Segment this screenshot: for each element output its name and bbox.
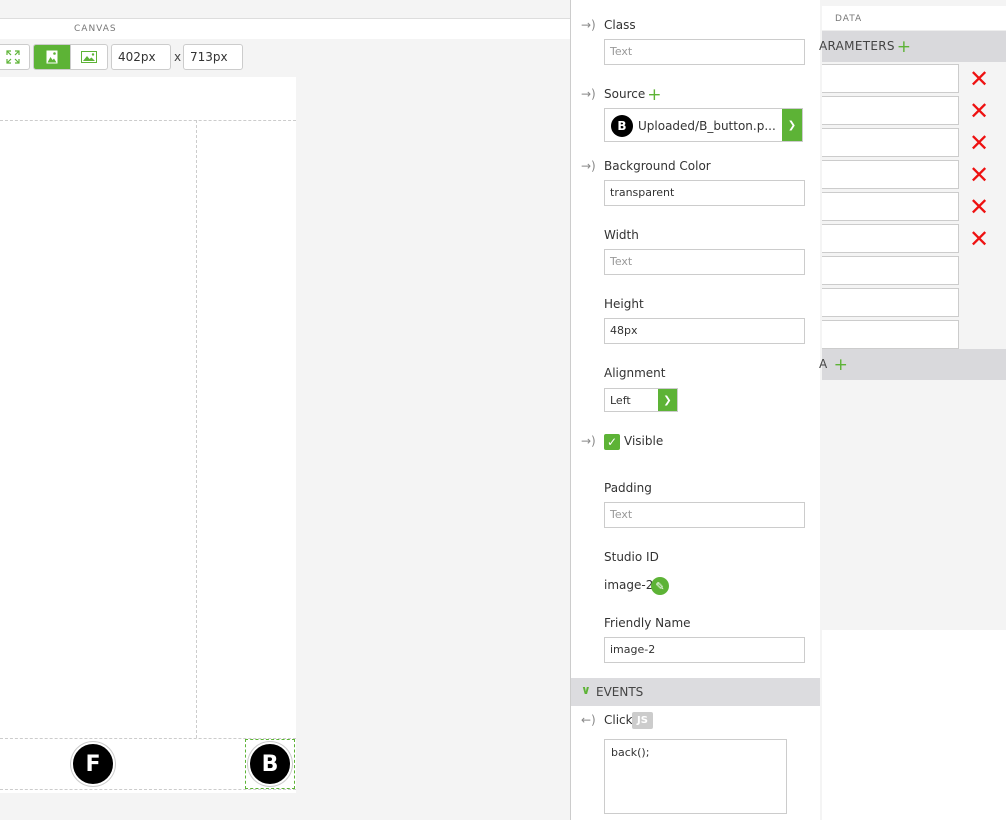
fit-screen-icon	[6, 50, 20, 64]
height-label: Height	[604, 297, 644, 311]
close-x-icon[interactable]: ✕	[968, 227, 990, 251]
js-badge[interactable]: JS	[632, 712, 653, 729]
orientation-toggle	[33, 44, 108, 70]
height-input[interactable]: 48px	[604, 318, 805, 344]
padding-input[interactable]: Text	[604, 502, 805, 528]
canvas-title: CANVAS	[74, 24, 117, 34]
bind-arrow-icon[interactable]: →)	[581, 18, 596, 32]
friendly-name-input[interactable]: image-2	[604, 637, 805, 663]
portrait-image-icon	[46, 50, 58, 64]
data-panel-footer	[822, 630, 1006, 820]
chevron-down-icon[interactable]: ❯	[658, 389, 677, 411]
close-x-icon[interactable]: ✕	[968, 67, 990, 91]
data-section-header[interactable]: A +	[819, 349, 1006, 380]
friendly-name-label: Friendly Name	[604, 616, 691, 630]
class-label: Class	[604, 18, 636, 32]
check-icon: ✓	[606, 435, 618, 449]
click-code-editor[interactable]: back();	[604, 739, 787, 814]
bind-arrow-icon[interactable]: →)	[581, 159, 596, 173]
source-value: Uploaded/B_button.p...	[638, 119, 776, 133]
source-select[interactable]: B Uploaded/B_button.p... ❯	[604, 108, 803, 142]
parameter-input[interactable]	[822, 128, 959, 157]
click-event-label: Click	[604, 713, 633, 727]
alignment-value: Left	[610, 394, 631, 407]
layout-guide	[0, 120, 296, 121]
plus-icon[interactable]: +	[897, 38, 912, 55]
data-header: DATA	[822, 6, 1006, 31]
canvas-area: CANVAS 402px x 713px F B	[0, 18, 570, 820]
events-section-header[interactable]: ∨ EVENTS	[571, 678, 820, 706]
dimension-separator: x	[174, 50, 182, 64]
studio-id-label: Studio ID	[604, 550, 659, 564]
alignment-label: Alignment	[604, 366, 666, 380]
source-thumbnail: B	[611, 115, 633, 137]
background-color-label: Background Color	[604, 159, 711, 173]
close-x-icon[interactable]: ✕	[968, 163, 990, 187]
properties-panel: →) Class Text →) Source + B Uploaded/B_bu…	[570, 0, 820, 820]
chevron-down-icon: ∨	[581, 683, 591, 697]
b-button-image[interactable]: B	[248, 742, 292, 786]
bind-arrow-icon[interactable]: →)	[581, 87, 596, 101]
alignment-select[interactable]: Left ❯	[604, 388, 678, 412]
plus-icon[interactable]: +	[647, 86, 661, 103]
background-color-input[interactable]: transparent	[604, 180, 805, 206]
layout-guide	[196, 120, 197, 738]
parameters-label-text: ARAMETERS	[819, 39, 895, 53]
parameter-input[interactable]	[822, 96, 959, 125]
parameter-input[interactable]	[822, 224, 959, 253]
plus-icon[interactable]: +	[834, 356, 849, 373]
events-label: EVENTS	[596, 685, 644, 699]
landscape-button[interactable]	[71, 45, 108, 69]
bind-arrow-icon[interactable]: →)	[581, 434, 596, 448]
width-input[interactable]: Text	[604, 249, 805, 275]
landscape-image-icon	[80, 51, 97, 63]
class-input[interactable]: Text	[604, 39, 805, 65]
visible-label: Visible	[624, 434, 664, 448]
close-x-icon[interactable]: ✕	[968, 131, 990, 155]
parameter-input[interactable]	[822, 256, 959, 285]
data-section-label: A +	[819, 356, 849, 373]
studio-id-value: image-2	[604, 578, 654, 592]
close-x-icon[interactable]: ✕	[968, 99, 990, 123]
data-panel: DATA ARAMETERS + ✕ ✕ ✕ ✕ ✕ ✕ A +	[819, 6, 1006, 630]
parameters-label: ARAMETERS +	[819, 38, 912, 55]
canvas-width-input[interactable]: 402px	[111, 44, 171, 70]
f-button-image[interactable]: F	[71, 742, 115, 786]
selected-image-outline[interactable]: B	[245, 739, 295, 789]
canvas-header: CANVAS	[0, 18, 570, 39]
visible-checkbox[interactable]: ✓	[604, 434, 620, 450]
portrait-button[interactable]	[34, 45, 71, 69]
parameter-input[interactable]	[822, 64, 959, 93]
parameter-input[interactable]	[822, 160, 959, 189]
data-title: DATA	[835, 14, 863, 24]
parameter-input[interactable]	[822, 288, 959, 317]
source-label-text: Source	[604, 87, 646, 101]
width-label: Width	[604, 228, 639, 242]
parameter-input[interactable]	[822, 192, 959, 221]
source-label: Source +	[604, 86, 661, 103]
parameters-section-header[interactable]: ARAMETERS +	[819, 31, 1006, 62]
device-preview: F B	[0, 77, 296, 793]
close-x-icon[interactable]: ✕	[968, 195, 990, 219]
event-arrow-icon[interactable]: ←)	[581, 713, 596, 727]
data-section-label-text: A	[819, 357, 828, 371]
padding-label: Padding	[604, 481, 652, 495]
fit-screen-button[interactable]	[0, 44, 30, 70]
canvas-height-input[interactable]: 713px	[183, 44, 243, 70]
parameter-input[interactable]	[822, 320, 959, 349]
chevron-down-icon[interactable]: ❯	[782, 109, 802, 141]
pencil-icon[interactable]: ✎	[651, 577, 669, 595]
